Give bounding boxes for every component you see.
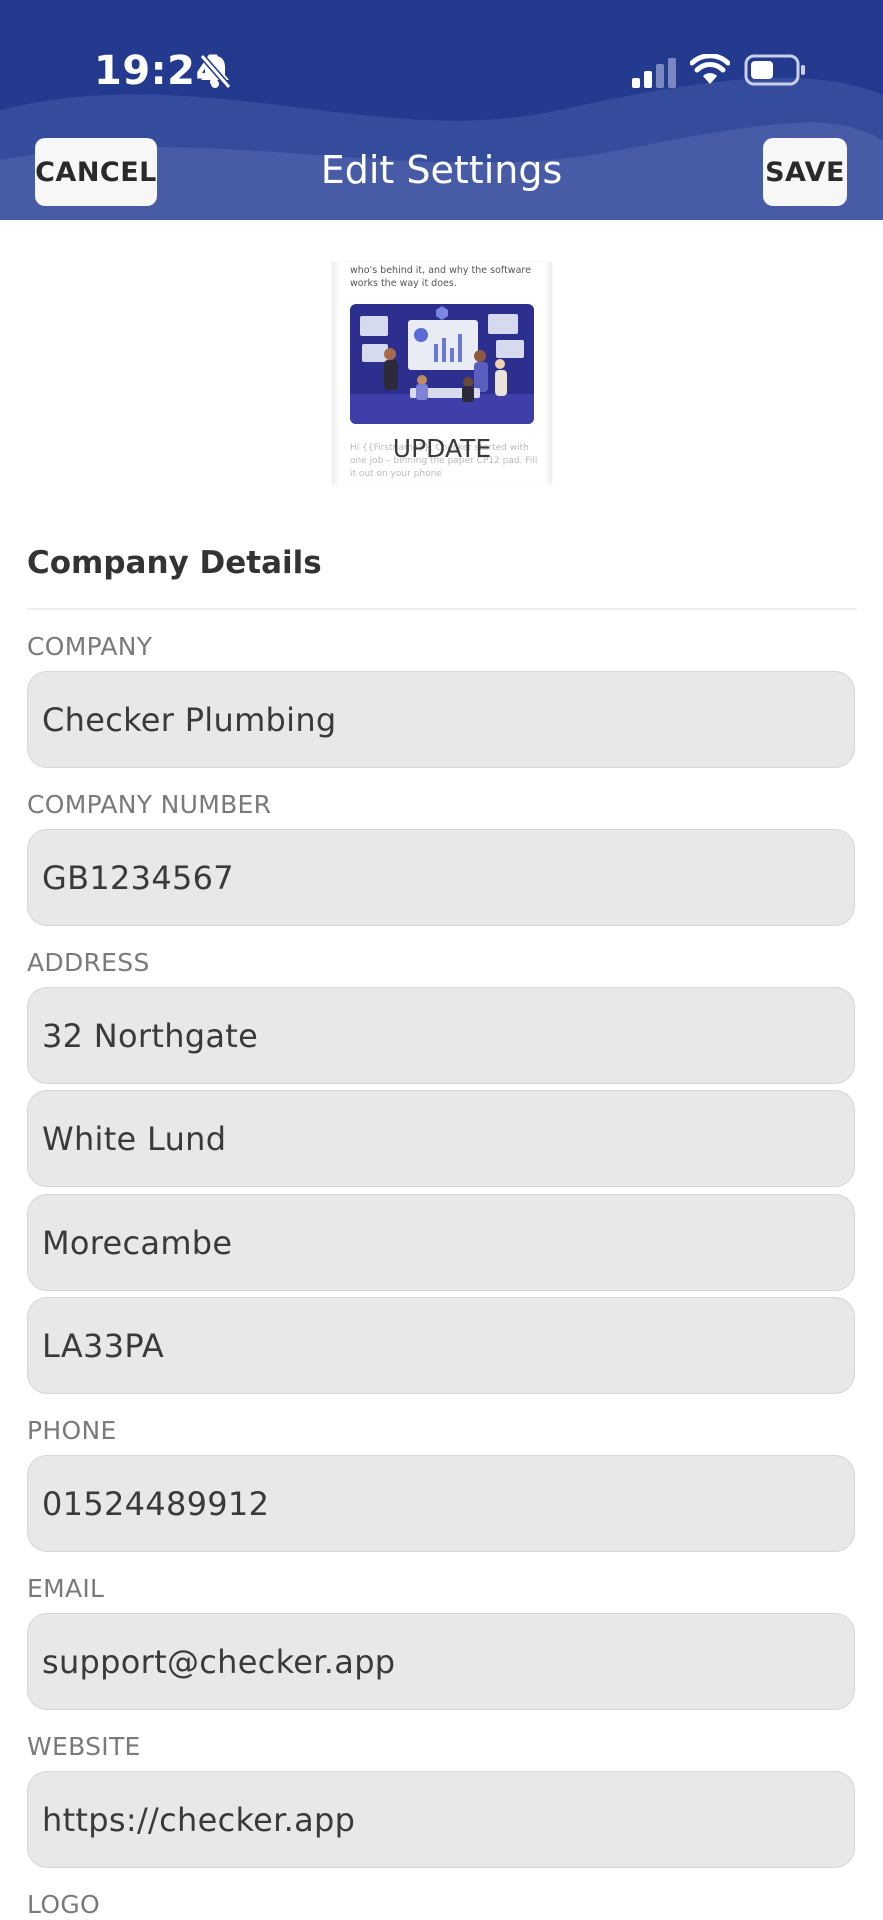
update-preview-button[interactable]: UPDATE: [332, 434, 552, 463]
cellular-signal-icon: [632, 58, 676, 88]
section-divider: [27, 608, 857, 610]
save-button[interactable]: SAVE: [763, 138, 847, 206]
phone-label: PHONE: [27, 1416, 117, 1445]
address-label: ADDRESS: [27, 948, 150, 977]
newsletter-preview[interactable]: who's behind it, and why the software wo…: [332, 262, 552, 484]
phone-field[interactable]: 01524489912: [27, 1455, 855, 1552]
company-number-label: COMPANY NUMBER: [27, 790, 272, 819]
wifi-icon: [690, 54, 730, 84]
company-field[interactable]: Checker Plumbing: [27, 671, 855, 768]
website-label: WEBSITE: [27, 1732, 141, 1761]
website-field[interactable]: https://checker.app: [27, 1771, 855, 1868]
email-label: EMAIL: [27, 1574, 105, 1603]
page-title: Edit Settings: [320, 148, 563, 192]
email-field[interactable]: support@checker.app: [27, 1613, 855, 1710]
logo-label: LOGO: [27, 1890, 100, 1919]
company-label: COMPANY: [27, 632, 153, 661]
address-postcode-field[interactable]: LA33PA: [27, 1297, 855, 1394]
section-title-company-details: Company Details: [27, 545, 322, 581]
company-number-field[interactable]: GB1234567: [27, 829, 855, 926]
bell-muted-icon: [199, 54, 232, 89]
header-bar: 19:24 CANCEL Edit Settings SAVE: [0, 0, 883, 220]
preview-illustration: [350, 304, 534, 424]
address-line2-field[interactable]: White Lund: [27, 1090, 855, 1187]
preview-text-top: who's behind it, and why the software wo…: [350, 265, 531, 289]
battery-icon: [744, 54, 805, 86]
address-line3-field[interactable]: Morecambe: [27, 1194, 855, 1291]
address-line1-field[interactable]: 32 Northgate: [27, 987, 855, 1084]
